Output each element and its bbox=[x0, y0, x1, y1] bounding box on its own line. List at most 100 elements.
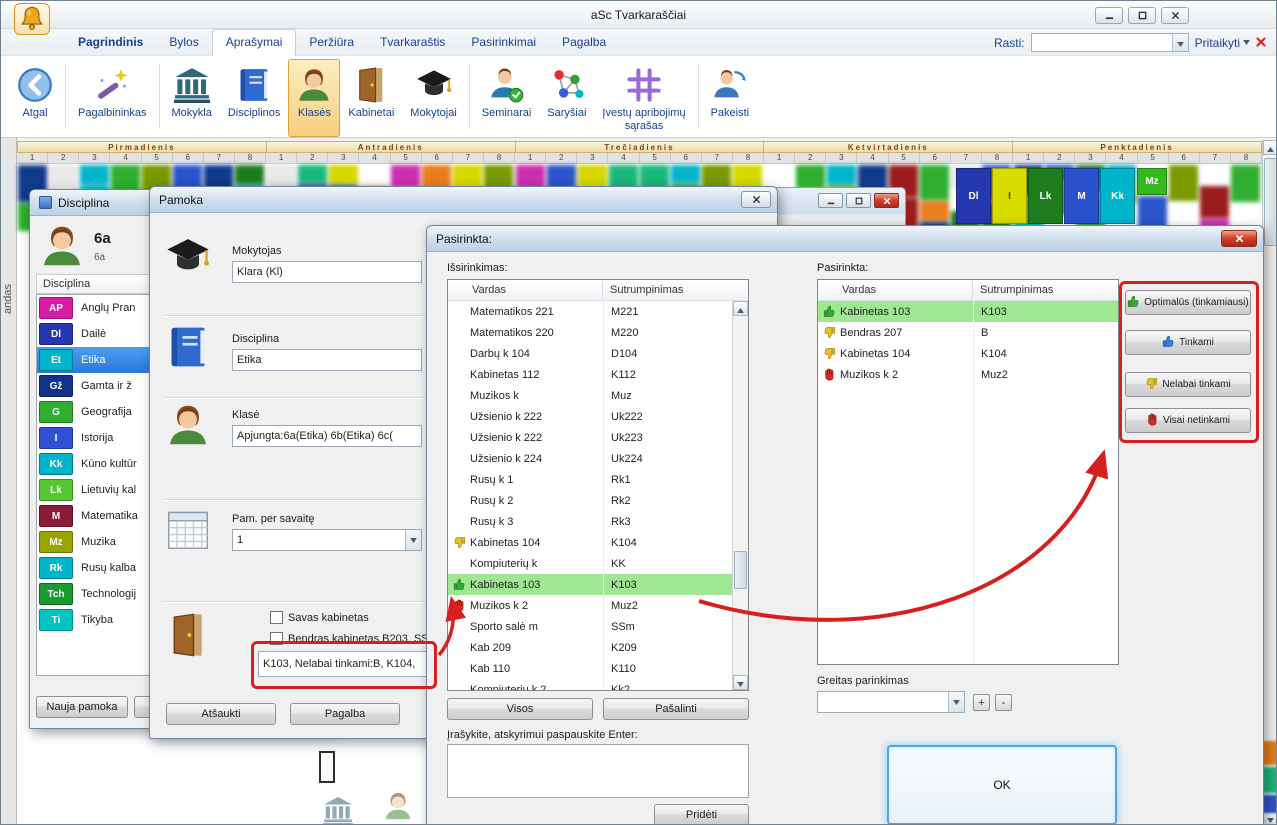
selection-row-kompiuterių-k-2[interactable]: Kompiuterių k 2Kk2 bbox=[448, 679, 732, 691]
toolbar-button-seminarai[interactable]: Seminarai bbox=[474, 59, 540, 137]
ribbon-tab-pagrindinis[interactable]: Pagrindinis bbox=[65, 29, 156, 56]
timetable-cell-kk[interactable]: Kk bbox=[1100, 168, 1135, 224]
ribbon-tab-pagalba[interactable]: Pagalba bbox=[549, 29, 619, 56]
selected-row-bendras-207[interactable]: Bendras 207B bbox=[818, 322, 1118, 343]
scroll-down-button[interactable] bbox=[733, 675, 748, 690]
selection-row-rusų-k-1[interactable]: Rusų k 1Rk1 bbox=[448, 469, 732, 490]
selection-row-kab-110[interactable]: Kab 110K110 bbox=[448, 658, 732, 679]
selection-row-rusų-k-2[interactable]: Rusų k 2Rk2 bbox=[448, 490, 732, 511]
selection-row-užsienio-k-222[interactable]: Užsienio k 222Uk223 bbox=[448, 427, 732, 448]
selection-row-darbų-k-104[interactable]: Darbų k 104D104 bbox=[448, 343, 732, 364]
help-button[interactable]: Pagalba bbox=[290, 703, 400, 725]
apply-button[interactable]: Pritaikyti bbox=[1195, 36, 1250, 50]
app-menu-button[interactable] bbox=[14, 3, 50, 35]
selection-row-kompiuterių-k[interactable]: Kompiuterių kKK bbox=[448, 553, 732, 574]
suitability-button-tinkami[interactable]: Tinkami bbox=[1125, 330, 1251, 355]
checkbox-box[interactable] bbox=[270, 632, 283, 645]
timetable-cell-dl[interactable]: Dl bbox=[956, 168, 991, 224]
selection-row-muzikos-k-2[interactable]: Muzikos k 2Muz2 bbox=[448, 595, 732, 616]
subject-field[interactable]: Etika bbox=[232, 349, 422, 371]
toolbar-button-kabinetai[interactable]: Kabinetai bbox=[340, 59, 402, 137]
scroll-up-button[interactable] bbox=[1263, 140, 1277, 155]
timetable-cell-lk[interactable]: Lk bbox=[1028, 168, 1063, 224]
timetable-cell-mz[interactable]: Mz bbox=[1137, 168, 1167, 195]
selection-list-scrollbar[interactable] bbox=[732, 301, 748, 690]
toolbar-button-įvestų-apribojimų[interactable]: Įvestų apribojimų sąrašas bbox=[594, 59, 693, 137]
selection-row-rusų-k-3[interactable]: Rusų k 3Rk3 bbox=[448, 511, 732, 532]
all-button[interactable]: Visos bbox=[447, 698, 593, 720]
selection-row-kabinetas-103[interactable]: Kabinetas 103K103 bbox=[448, 574, 732, 595]
pamoka-titlebar[interactable]: Pamoka bbox=[150, 187, 777, 213]
column-header-sutrumpinimas[interactable]: Sutrumpinimas bbox=[973, 280, 1118, 300]
suitability-button-nelabai-tinkami[interactable]: Nelabai tinkami bbox=[1125, 372, 1251, 397]
timetable-scrollbar[interactable] bbox=[1262, 140, 1277, 825]
scroll-up-button[interactable] bbox=[733, 301, 748, 316]
child-restore-button[interactable] bbox=[846, 193, 871, 208]
timetable-cell-m[interactable]: M bbox=[1064, 168, 1099, 224]
toolbar-button-mokytojai[interactable]: Mokytojai bbox=[402, 59, 464, 137]
child-minimize-button[interactable] bbox=[818, 193, 843, 208]
scroll-down-button[interactable] bbox=[1263, 811, 1277, 825]
column-header-vardas[interactable]: Vardas bbox=[818, 280, 973, 300]
pamoka-close-button[interactable] bbox=[741, 191, 771, 208]
selection-row-užsienio-k-222[interactable]: Užsienio k 222Uk222 bbox=[448, 406, 732, 427]
search-combobox[interactable] bbox=[1031, 33, 1189, 52]
ok-button[interactable]: OK bbox=[887, 745, 1117, 825]
class-field[interactable]: Apjungta:6a(Etika) 6b(Etika) 6c( bbox=[232, 425, 422, 447]
new-lesson-button[interactable]: Nauja pamoka bbox=[36, 696, 128, 718]
pasirinkta-close-button[interactable] bbox=[1221, 230, 1257, 247]
plus-button[interactable]: + bbox=[973, 694, 990, 711]
selection-row-sporto-salė-m[interactable]: Sporto salė mSSm bbox=[448, 616, 732, 637]
suitability-button-optimalūs-tinkamiausi[interactable]: Optimalūs (tinkamiausi) bbox=[1125, 290, 1251, 315]
restore-button[interactable] bbox=[1128, 7, 1156, 24]
shared-room-checkbox[interactable]: Bendras kabinetas B203, SS1( bbox=[270, 632, 438, 645]
toolbar-button-klasės[interactable]: Klasės bbox=[288, 59, 340, 137]
checkbox-box[interactable] bbox=[270, 611, 283, 624]
rooms-field[interactable]: K103, Nelabai tinkami:B, K104, bbox=[258, 651, 430, 677]
toolbar-button-pagalbininkas[interactable]: Pagalbininkas bbox=[70, 59, 155, 137]
column-header-vardas[interactable]: Vardas bbox=[448, 280, 603, 300]
ribbon-tab-pasirinkimai[interactable]: Pasirinkimai bbox=[458, 29, 549, 56]
quick-pick-dropdown-button[interactable] bbox=[948, 692, 964, 712]
search-dropdown-button[interactable] bbox=[1172, 34, 1188, 51]
ribbon-tab-tvarkaraštis[interactable]: Tvarkaraštis bbox=[367, 29, 458, 56]
add-button[interactable]: Pridėti bbox=[654, 804, 749, 825]
toolbar-button-saryšiai[interactable]: Saryšiai bbox=[539, 59, 594, 137]
selected-row-muzikos-k-2[interactable]: Muzikos k 2Muz2 bbox=[818, 364, 1118, 385]
toolbar-button-atgal[interactable]: Atgal bbox=[9, 59, 61, 137]
selection-row-muzikos-k[interactable]: Muzikos kMuz bbox=[448, 385, 732, 406]
selection-row-kab-209[interactable]: Kab 209K209 bbox=[448, 637, 732, 658]
toolbar-button-mokykla[interactable]: Mokykla bbox=[164, 59, 220, 137]
timetable-cell-i[interactable]: I bbox=[992, 168, 1027, 224]
per-week-combobox[interactable]: 1 bbox=[232, 529, 422, 551]
suitability-button-visai-netinkami[interactable]: Visai netinkami bbox=[1125, 408, 1251, 433]
column-header-sutrumpinimas[interactable]: Sutrumpinimas bbox=[603, 280, 748, 300]
side-tab-strip[interactable]: andas bbox=[1, 138, 17, 825]
minimize-button[interactable] bbox=[1095, 7, 1123, 24]
child-close-button[interactable] bbox=[874, 193, 899, 208]
teacher-field[interactable]: Klara (Kl) bbox=[232, 261, 422, 283]
per-week-dropdown-button[interactable] bbox=[405, 530, 421, 550]
selection-row-kabinetas-112[interactable]: Kabinetas 112K112 bbox=[448, 364, 732, 385]
ribbon-tab-aprašymai[interactable]: Aprašymai bbox=[212, 29, 297, 56]
remove-button[interactable]: Pašalinti bbox=[603, 698, 749, 720]
pasirinkta-titlebar[interactable]: Pasirinkta: bbox=[427, 226, 1263, 252]
selection-row-matematikos-220[interactable]: Matematikos 220M220 bbox=[448, 322, 732, 343]
selection-row-matematikos-221[interactable]: Matematikos 221M221 bbox=[448, 301, 732, 322]
selected-row-kabinetas-104[interactable]: Kabinetas 104K104 bbox=[818, 343, 1118, 364]
selected-row-kabinetas-103[interactable]: Kabinetas 103K103 bbox=[818, 301, 1118, 322]
close-button[interactable] bbox=[1161, 7, 1189, 24]
own-room-checkbox[interactable]: Savas kabinetas bbox=[270, 611, 369, 624]
close-search-button[interactable] bbox=[1256, 36, 1266, 50]
scrollbar-thumb[interactable] bbox=[734, 551, 747, 589]
minus-button[interactable]: - bbox=[995, 694, 1012, 711]
enter-rooms-textarea[interactable] bbox=[447, 744, 749, 798]
selection-row-užsienio-k-224[interactable]: Užsienio k 224Uk224 bbox=[448, 448, 732, 469]
quick-pick-combobox[interactable] bbox=[817, 691, 965, 713]
cancel-button[interactable]: Atšaukti bbox=[166, 703, 276, 725]
toolbar-button-pakeisti[interactable]: Pakeisti bbox=[703, 59, 758, 137]
toolbar-button-disciplinos[interactable]: Disciplinos bbox=[220, 59, 289, 137]
ribbon-tab-bylos[interactable]: Bylos bbox=[156, 29, 211, 56]
scrollbar-thumb[interactable] bbox=[1264, 158, 1277, 246]
ribbon-tab-peržiūra[interactable]: Peržiūra bbox=[296, 29, 367, 56]
